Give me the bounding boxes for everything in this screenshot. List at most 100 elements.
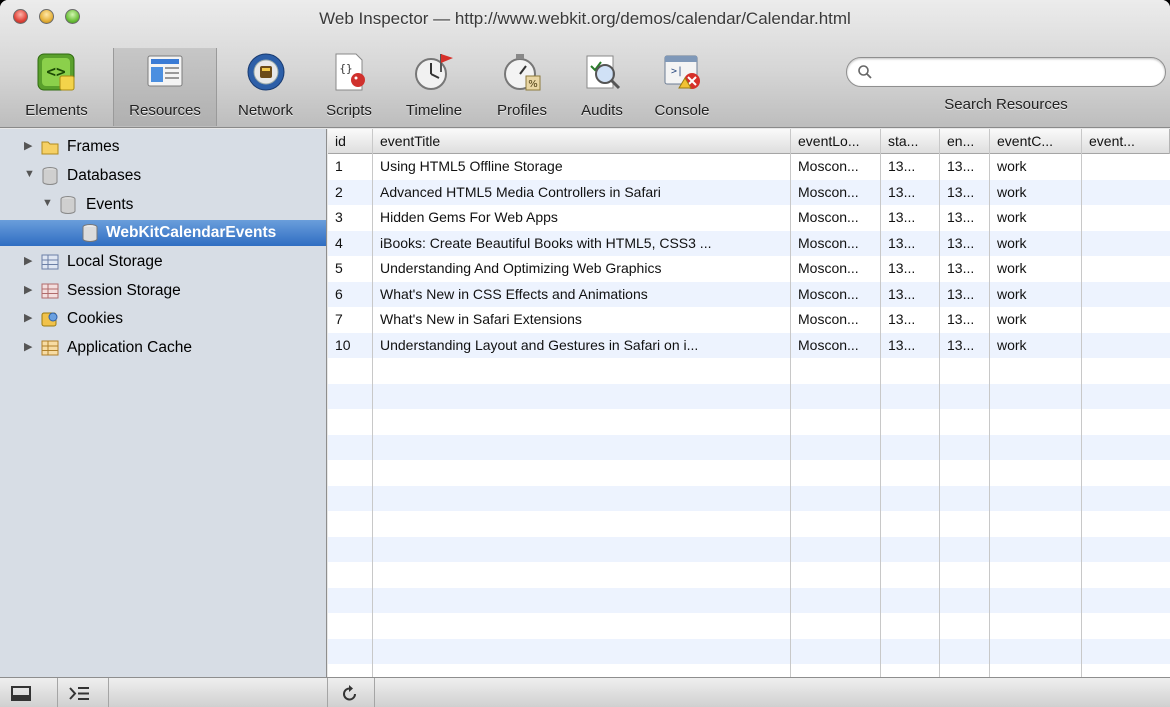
table-cell[interactable]: Moscon... — [791, 282, 881, 308]
table-cell[interactable]: What's New in Safari Extensions — [373, 307, 791, 333]
column-header[interactable]: id — [328, 129, 373, 154]
table-cell[interactable]: 13... — [940, 180, 990, 206]
disclosure-triangle-icon[interactable]: ▶ — [24, 254, 32, 267]
refresh-button[interactable] — [328, 678, 374, 707]
table-cell[interactable]: work — [990, 154, 1082, 180]
table-cell[interactable]: work — [990, 307, 1082, 333]
table-cell[interactable]: 13... — [881, 205, 940, 231]
table-cell[interactable]: Moscon... — [791, 256, 881, 282]
table-cell[interactable]: Moscon... — [791, 205, 881, 231]
table-cell[interactable]: 3 — [328, 205, 373, 231]
table-cell[interactable] — [1082, 205, 1170, 231]
table-cell[interactable]: 2 — [328, 180, 373, 206]
column-header[interactable]: en... — [940, 129, 990, 154]
disclosure-triangle-icon[interactable]: ▶ — [24, 311, 32, 324]
table-cell[interactable]: Understanding And Optimizing Web Graphic… — [373, 256, 791, 282]
column-divider[interactable] — [1081, 129, 1082, 677]
table-row[interactable]: 10 Understanding Layout and Gestures in S… — [328, 333, 1170, 359]
table-cell[interactable]: 13... — [940, 231, 990, 257]
table-cell[interactable]: Hidden Gems For Web Apps — [373, 205, 791, 231]
table-cell[interactable]: 13... — [881, 180, 940, 206]
tool-console[interactable]: >| Console — [641, 48, 723, 126]
table-row[interactable]: 6 What's New in CSS Effects and Animation… — [328, 282, 1170, 308]
column-divider[interactable] — [880, 129, 881, 677]
table-cell[interactable]: work — [990, 256, 1082, 282]
table-cell[interactable]: What's New in CSS Effects and Animations — [373, 282, 791, 308]
column-divider[interactable] — [989, 129, 990, 677]
sidebar-item-events[interactable]: ▼ Events — [0, 192, 326, 218]
table-cell[interactable] — [1082, 231, 1170, 257]
table-cell[interactable]: work — [990, 180, 1082, 206]
disclosure-triangle-icon[interactable]: ▶ — [24, 283, 32, 296]
table-row[interactable]: 3 Hidden Gems For Web Apps Moscon... 13... 1… — [328, 205, 1170, 231]
column-header[interactable]: event... — [1082, 129, 1170, 154]
search-field[interactable] — [846, 57, 1166, 87]
table-cell[interactable]: 13... — [881, 333, 940, 359]
sidebar-item-databases[interactable]: ▼ Databases — [0, 163, 326, 189]
table-cell[interactable]: 10 — [328, 333, 373, 359]
disclosure-triangle-icon[interactable]: ▶ — [24, 139, 32, 152]
tool-resources[interactable]: Resources — [114, 48, 216, 126]
column-divider[interactable] — [790, 129, 791, 677]
table-cell[interactable]: Moscon... — [791, 231, 881, 257]
table-cell[interactable]: 1 — [328, 154, 373, 180]
table-cell[interactable]: work — [990, 282, 1082, 308]
table-cell[interactable]: 13... — [881, 307, 940, 333]
tool-timeline[interactable]: Timeline — [387, 48, 481, 126]
sidebar-item-frames[interactable]: ▶ Frames — [0, 134, 326, 160]
table-cell[interactable]: 13... — [881, 256, 940, 282]
column-header[interactable]: eventTitle — [373, 129, 791, 154]
table-cell[interactable]: work — [990, 333, 1082, 359]
column-header[interactable]: eventC... — [990, 129, 1082, 154]
table-cell[interactable]: 7 — [328, 307, 373, 333]
table-cell[interactable]: 13... — [881, 231, 940, 257]
table-row[interactable]: 2 Advanced HTML5 Media Controllers in Saf… — [328, 180, 1170, 206]
table-cell[interactable]: 6 — [328, 282, 373, 308]
column-divider[interactable] — [939, 129, 940, 677]
sidebar-item-application-cache[interactable]: ▶ Application Cache — [0, 335, 326, 361]
console-toggle-button[interactable] — [58, 678, 108, 707]
sidebar-item-session-storage[interactable]: ▶ Session Storage — [0, 278, 326, 304]
table-row[interactable]: 7 What's New in Safari Extensions Moscon..… — [328, 307, 1170, 333]
disclosure-triangle-icon[interactable]: ▼ — [24, 168, 35, 180]
sidebar-item-local-storage[interactable]: ▶ Local Storage — [0, 249, 326, 275]
table-cell[interactable] — [1082, 307, 1170, 333]
tool-audits[interactable]: Audits — [563, 48, 641, 126]
table-cell[interactable]: 13... — [881, 282, 940, 308]
table-cell[interactable]: iBooks: Create Beautiful Books with HTML… — [373, 231, 791, 257]
disclosure-triangle-icon[interactable]: ▼ — [42, 197, 53, 209]
table-cell[interactable] — [1082, 180, 1170, 206]
table-cell[interactable]: Advanced HTML5 Media Controllers in Safa… — [373, 180, 791, 206]
table-cell[interactable] — [1082, 154, 1170, 180]
table-cell[interactable]: work — [990, 205, 1082, 231]
table-row[interactable]: 1 Using HTML5 Offline Storage Moscon... 13.… — [328, 154, 1170, 180]
tool-profiles[interactable]: % Profiles — [481, 48, 563, 126]
table-cell[interactable]: 4 — [328, 231, 373, 257]
table-cell[interactable]: 13... — [940, 333, 990, 359]
sidebar-item-webkitcalendarevents[interactable]: WebKitCalendarEvents — [0, 220, 326, 246]
table-cell[interactable]: Moscon... — [791, 180, 881, 206]
table-cell[interactable]: 13... — [940, 282, 990, 308]
table-cell[interactable]: 13... — [940, 307, 990, 333]
tool-network[interactable]: Network — [217, 48, 314, 126]
table-cell[interactable] — [1082, 256, 1170, 282]
table-cell[interactable]: Moscon... — [791, 333, 881, 359]
search-input[interactable] — [879, 62, 1159, 82]
tool-scripts[interactable]: {} Scripts — [314, 48, 384, 126]
table-cell[interactable] — [1082, 333, 1170, 359]
table-cell[interactable]: 13... — [940, 256, 990, 282]
sidebar-item-cookies[interactable]: ▶ Cookies — [0, 306, 326, 332]
table-cell[interactable]: Moscon... — [791, 307, 881, 333]
table-cell[interactable]: Understanding Layout and Gestures in Saf… — [373, 333, 791, 359]
table-row[interactable]: 5 Understanding And Optimizing Web Graphi… — [328, 256, 1170, 282]
tool-elements[interactable]: <> Elements — [0, 48, 113, 126]
disclosure-triangle-icon[interactable]: ▶ — [24, 340, 32, 353]
table-cell[interactable]: 13... — [940, 205, 990, 231]
dock-toggle-button[interactable] — [0, 678, 57, 707]
table-cell[interactable]: Using HTML5 Offline Storage — [373, 154, 791, 180]
table-cell[interactable]: work — [990, 231, 1082, 257]
table-row[interactable]: 4 iBooks: Create Beautiful Books with HTM… — [328, 231, 1170, 257]
column-header[interactable]: eventLo... — [791, 129, 881, 154]
column-header[interactable]: sta... — [881, 129, 940, 154]
table-cell[interactable]: 5 — [328, 256, 373, 282]
